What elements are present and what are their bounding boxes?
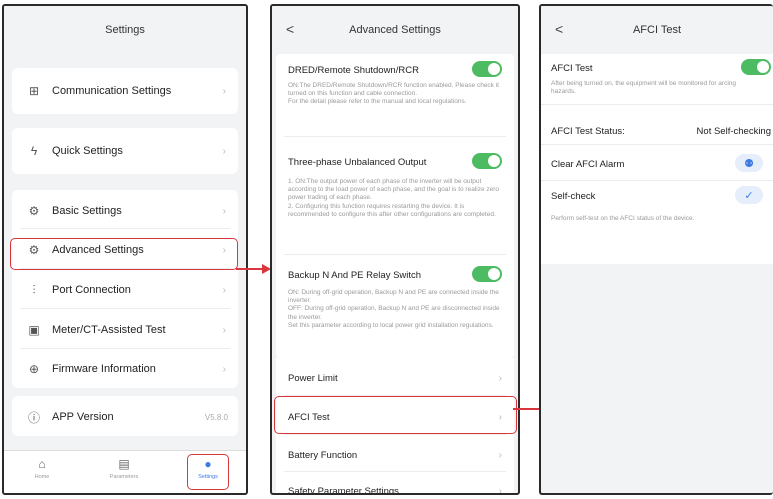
highlight-settings-tab <box>187 454 229 490</box>
tab-label: Parameters <box>109 474 139 480</box>
settings-item-label: Communication Settings <box>52 85 172 97</box>
afci-toggle-desc: After being turned on, the equipment wil… <box>551 80 736 96</box>
afci-toggle[interactable] <box>741 59 771 75</box>
unbalanced-desc: 1. ON:The output power of each phase of … <box>288 178 500 218</box>
afci-toggle-label: AFCI Test <box>551 63 593 74</box>
settings-item-app-version[interactable]: ⓘ APP Version V5.8.0 <box>12 409 238 425</box>
lightning-icon: ϟ <box>30 144 38 158</box>
settings-screen: Settings ⊞ Communication Settings › ϟ Qu… <box>2 4 248 495</box>
settings-item-meter[interactable]: ▣ Meter/CT-Assisted Test › <box>12 322 238 338</box>
bottom-tab-bar: ⌂ Home ▤ Parameters ● Settings <box>4 450 246 493</box>
chevron-right-icon: › <box>222 145 226 157</box>
afci-status-label: AFCI Test Status: <box>551 126 625 137</box>
tab-parameters[interactable]: ▤ Parameters <box>104 457 144 480</box>
unbalanced-toggle[interactable] <box>472 153 502 169</box>
self-check-desc: Perform self-test on the AFCI status of … <box>551 215 695 222</box>
advanced-toggles-card: DRED/Remote Shutdown/RCR ON:The DRED/Rem… <box>276 54 514 358</box>
settings-item-port[interactable]: ⫶ Port Connection › <box>12 282 238 298</box>
network-icon: ⊞ <box>28 84 40 98</box>
link-power-limit[interactable]: Power Limit › <box>276 373 514 384</box>
clear-afci-alarm-label: Clear AFCI Alarm <box>551 159 625 170</box>
backup-toggle[interactable] <box>472 266 502 282</box>
chevron-right-icon: › <box>222 363 226 375</box>
settings-item-label: Firmware Information <box>52 363 156 375</box>
chevron-right-icon: › <box>222 324 226 336</box>
link-battery-function[interactable]: Battery Function › <box>276 450 514 461</box>
afci-header: < AFCI Test <box>541 6 773 54</box>
settings-item-label: Quick Settings <box>52 145 123 157</box>
settings-item-label: Port Connection <box>52 284 131 296</box>
settings-item-label: APP Version <box>52 411 114 423</box>
document-icon: ▤ <box>118 457 130 471</box>
advanced-header: < Advanced Settings <box>272 6 518 54</box>
settings-item-firmware[interactable]: ⊕ Firmware Information › <box>12 361 238 377</box>
chevron-right-icon: › <box>498 486 502 495</box>
link-label: Battery Function <box>288 450 358 461</box>
settings-item-communication[interactable]: ⊞ Communication Settings › <box>12 83 238 99</box>
afci-card: AFCI Test After being turned on, the equ… <box>541 54 773 264</box>
port-icon: ⫶ <box>32 282 36 297</box>
link-safety-parameters[interactable]: Safety Parameter Settings › <box>276 486 514 495</box>
page-title: AFCI Test <box>632 24 682 36</box>
settings-item-label: Meter/CT-Assisted Test <box>52 324 166 336</box>
app-version-card: ⓘ APP Version V5.8.0 <box>12 396 238 436</box>
chevron-right-icon: › <box>498 450 502 461</box>
gear-icon: ⚙ <box>28 204 40 218</box>
dred-title: DRED/Remote Shutdown/RCR <box>288 65 419 76</box>
afci-test-screen: < AFCI Test AFCI Test After being turned… <box>539 4 773 495</box>
tab-label: Home <box>34 474 50 480</box>
self-check-label: Self-check <box>551 191 596 202</box>
advanced-settings-screen: < Advanced Settings DRED/Remote Shutdown… <box>270 4 520 495</box>
self-check-button[interactable]: ✓ <box>735 186 763 204</box>
afci-status-value: Not Self-checking <box>696 126 771 137</box>
quick-settings-card: ϟ Quick Settings › <box>12 128 238 174</box>
page-title: Advanced Settings <box>349 24 441 36</box>
meter-icon: ▣ <box>28 323 40 337</box>
tab-home[interactable]: ⌂ Home <box>22 457 62 480</box>
highlight-advanced-settings <box>10 238 238 270</box>
check-icon: ✓ <box>744 189 754 202</box>
settings-item-quick[interactable]: ϟ Quick Settings › <box>12 143 238 159</box>
back-icon[interactable]: < <box>286 21 294 37</box>
plus-circle-icon: ⊕ <box>28 362 40 376</box>
settings-header: Settings <box>4 6 246 54</box>
unbalanced-title: Three-phase Unbalanced Output <box>288 157 427 168</box>
clear-alarm-button[interactable]: ⚉ <box>735 154 763 172</box>
link-label: Power Limit <box>288 373 338 384</box>
chevron-right-icon: › <box>222 205 226 217</box>
chevron-right-icon: › <box>222 85 226 97</box>
app-version-value: V5.8.0 <box>204 412 228 422</box>
dred-desc: ON:The DRED/Remote Shutdown/RCR function… <box>288 82 499 106</box>
page-title: Settings <box>105 24 145 36</box>
clear-icon: ⚉ <box>744 157 754 170</box>
settings-item-basic[interactable]: ⚙ Basic Settings › <box>12 203 238 219</box>
settings-item-label: Basic Settings <box>52 205 122 217</box>
info-icon: ⓘ <box>27 410 40 425</box>
chevron-right-icon: › <box>222 284 226 296</box>
communication-card: ⊞ Communication Settings › <box>12 68 238 114</box>
backup-title: Backup N And PE Relay Switch <box>288 270 422 281</box>
chevron-right-icon: › <box>498 373 502 384</box>
link-label: Safety Parameter Settings <box>288 486 399 495</box>
home-icon: ⌂ <box>38 457 46 471</box>
settings-group-card: ⚙ Basic Settings › ⚙ Advanced Settings ›… <box>12 190 238 388</box>
dred-toggle[interactable] <box>472 61 502 77</box>
back-icon[interactable]: < <box>555 21 563 37</box>
highlight-afci-test <box>274 396 517 434</box>
backup-desc: ON: During off-grid operation, Backup N … <box>288 289 500 329</box>
